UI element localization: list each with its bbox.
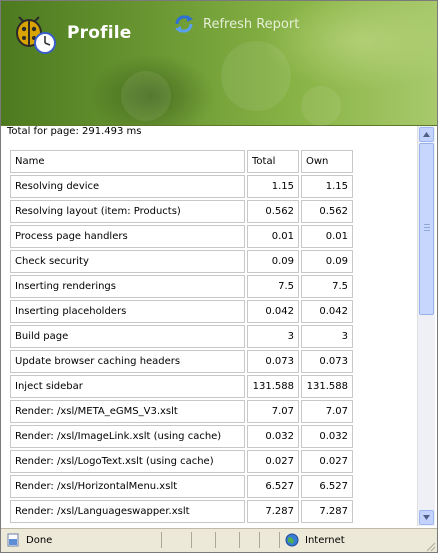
cell-own: 0.562: [301, 200, 353, 223]
cell-total: 0.073: [247, 350, 299, 373]
scroll-down-button[interactable]: [419, 510, 434, 525]
security-zone[interactable]: Internet: [285, 533, 345, 547]
table-row: Check security 0.09 0.09: [10, 250, 353, 273]
cell-total: 7.07: [247, 400, 299, 423]
zone-label: Internet: [305, 534, 345, 546]
profile-table: Name Total Own Resolving device 1.15 1.15 R…: [8, 148, 355, 525]
table-row: Render: /xsl/ImageLink.xslt (using cache…: [10, 425, 353, 448]
cell-total: 6.527: [247, 475, 299, 498]
resize-grip-icon[interactable]: [424, 540, 436, 552]
scroll-grip: [424, 227, 430, 228]
globe-icon: [285, 533, 299, 547]
cell-own: 131.588: [301, 375, 353, 398]
scroll-grip: [424, 230, 430, 231]
status-divider: [161, 532, 162, 548]
table-row: Inject sidebar 131.588 131.588: [10, 375, 353, 398]
page-title: Profile: [67, 23, 132, 43]
status-done: Done: [6, 533, 52, 547]
cell-name: Render: /xsl/META_eGMS_V3.xslt: [10, 400, 245, 423]
table-row: Render: /xsl/META_eGMS_V3.xslt 7.07 7.07: [10, 400, 353, 423]
status-divider: [279, 532, 280, 548]
cell-name: Resolving device: [10, 175, 245, 198]
table-row: Build page 3 3: [10, 325, 353, 348]
cell-name: Resolving layout (item: Products): [10, 200, 245, 223]
status-bar: Done Internet: [1, 528, 437, 552]
scroll-up-button[interactable]: [419, 127, 434, 142]
column-header-total: Total: [247, 150, 299, 173]
table-row: Inserting renderings 7.5 7.5: [10, 275, 353, 298]
cell-name: Inserting renderings: [10, 275, 245, 298]
column-header-name: Name: [10, 150, 245, 173]
column-header-own: Own: [301, 150, 353, 173]
cell-own: 0.073: [301, 350, 353, 373]
cell-total: 0.027: [247, 450, 299, 473]
cell-name: Process page handlers: [10, 225, 245, 248]
cell-name: Render: /xsl/ImageLink.xslt (using cache…: [10, 425, 245, 448]
cell-name: Check security: [10, 250, 245, 273]
cell-name: Inject sidebar: [10, 375, 245, 398]
cell-total: 7.287: [247, 500, 299, 523]
cell-own: 0.09: [301, 250, 353, 273]
vertical-scrollbar[interactable]: [417, 126, 435, 526]
profile-header: Profile Refresh Report: [1, 1, 437, 126]
cell-own: 6.527: [301, 475, 353, 498]
cell-total: 7.5: [247, 275, 299, 298]
cell-own: 7.07: [301, 400, 353, 423]
cell-name: Update browser caching headers: [10, 350, 245, 373]
table-header-row: Name Total Own: [10, 150, 353, 173]
cell-own: 0.027: [301, 450, 353, 473]
cell-own: 0.032: [301, 425, 353, 448]
decorative-bubble: [121, 71, 171, 121]
cell-name: Render: /xsl/Languageswapper.xslt: [10, 500, 245, 523]
cell-own: 0.01: [301, 225, 353, 248]
cell-name: Build page: [10, 325, 245, 348]
table-row: Process page handlers 0.01 0.01: [10, 225, 353, 248]
table-row: Render: /xsl/HorizontalMenu.xslt 6.527 6.5…: [10, 475, 353, 498]
table-row: Update browser caching headers 0.073 0.073: [10, 350, 353, 373]
status-text: Done: [26, 534, 53, 546]
scroll-thumb[interactable]: [419, 143, 434, 315]
cell-own: 0.042: [301, 300, 353, 323]
decorative-bubble: [301, 86, 341, 126]
scroll-grip: [424, 224, 430, 225]
table-row: Inserting placeholders 0.042 0.042: [10, 300, 353, 323]
cell-total: 0.562: [247, 200, 299, 223]
cell-total: 131.588: [247, 375, 299, 398]
page-icon: [7, 533, 19, 547]
cell-total: 0.01: [247, 225, 299, 248]
profile-content: Total for page: 291.493 ms Name Total Ow…: [1, 126, 417, 526]
table-row: Render: /xsl/LogoText.xslt (using cache)…: [10, 450, 353, 473]
decorative-bubble: [221, 41, 291, 111]
cell-total: 0.09: [247, 250, 299, 273]
cell-total: 3: [247, 325, 299, 348]
table-row: Render: /xsl/Languageswapper.xslt 7.287 7.…: [10, 500, 353, 523]
bug-clock-icon: [16, 16, 56, 54]
table-row: Resolving layout (item: Products) 0.562 0.…: [10, 200, 353, 223]
status-divider: [191, 532, 192, 548]
cell-name: Render: /xsl/HorizontalMenu.xslt: [10, 475, 245, 498]
cell-total: 1.15: [247, 175, 299, 198]
cell-own: 7.287: [301, 500, 353, 523]
refresh-report-button[interactable]: Refresh Report: [173, 13, 299, 35]
cell-total: 0.032: [247, 425, 299, 448]
status-divider: [215, 532, 216, 548]
status-divider: [259, 532, 260, 548]
cell-own: 1.15: [301, 175, 353, 198]
cell-total: 0.042: [247, 300, 299, 323]
status-divider: [239, 532, 240, 548]
chevron-up-icon: [423, 132, 430, 137]
cell-name: Render: /xsl/LogoText.xslt (using cache): [10, 450, 245, 473]
refresh-report-label[interactable]: Refresh Report: [203, 17, 299, 32]
cell-name: Inserting placeholders: [10, 300, 245, 323]
profile-window: Profile Refresh Report Total for page: 2…: [0, 0, 438, 553]
cell-own: 7.5: [301, 275, 353, 298]
total-for-page: Total for page: 291.493 ms: [7, 126, 142, 137]
chevron-down-icon: [423, 515, 430, 520]
table-row: Resolving device 1.15 1.15: [10, 175, 353, 198]
cell-own: 3: [301, 325, 353, 348]
refresh-icon: [175, 15, 193, 33]
